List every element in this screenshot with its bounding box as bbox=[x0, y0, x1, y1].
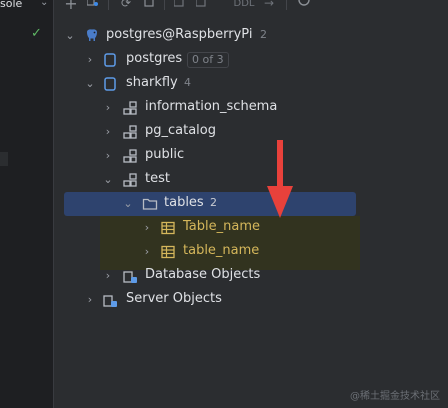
schema-label: test bbox=[145, 171, 170, 186]
tree-node-database-objects[interactable]: › Database Objects bbox=[54, 264, 448, 288]
chevron-right-icon[interactable]: › bbox=[141, 245, 153, 259]
postgresql-elephant-icon bbox=[84, 28, 100, 44]
toolbar-separator bbox=[164, 0, 165, 10]
database-icon bbox=[102, 76, 118, 92]
schema-label: pg_catalog bbox=[145, 123, 216, 138]
schema-icon bbox=[122, 172, 138, 188]
tree-node-connection[interactable]: ⌄ postgres@RaspberryPi 2 bbox=[54, 24, 448, 48]
chevron-down-icon[interactable]: ⌄ bbox=[64, 29, 76, 43]
server-objects-label: Server Objects bbox=[126, 291, 222, 306]
refresh-icon[interactable]: ⟳ bbox=[118, 0, 134, 11]
postgres-db-label: postgres bbox=[126, 51, 183, 66]
connection-label: postgres@RaspberryPi bbox=[106, 27, 253, 42]
database-icon bbox=[102, 52, 118, 68]
datasource-properties-icon[interactable] bbox=[86, 0, 100, 11]
folder-icon bbox=[142, 196, 158, 212]
view-options-icon[interactable] bbox=[296, 0, 312, 11]
check-icon: ✓ bbox=[31, 26, 42, 41]
table-label: Table_name bbox=[183, 219, 260, 234]
chevron-down-icon[interactable]: ⌄ bbox=[40, 0, 48, 8]
console-line-marker bbox=[0, 152, 8, 166]
console-tab-label: sole bbox=[0, 0, 23, 10]
jump-to-icon[interactable]: → bbox=[262, 0, 276, 11]
chevron-down-icon[interactable]: ⌄ bbox=[84, 77, 96, 91]
tree-node-schema[interactable]: › pg_catalog bbox=[54, 120, 448, 144]
table-label: table_name bbox=[183, 243, 260, 258]
tree-node-schema-test[interactable]: ⌄ test bbox=[54, 168, 448, 192]
tree-node-postgres-db[interactable]: › postgres 0 of 3 bbox=[54, 48, 448, 72]
database-toolbar: + ⟳ DDL → bbox=[54, 0, 448, 14]
schema-icon bbox=[122, 124, 138, 140]
server-objects-icon bbox=[102, 292, 118, 308]
console-tab[interactable]: sole ⌄ bbox=[0, 0, 52, 14]
annotation-arrow bbox=[267, 140, 293, 218]
chevron-right-icon[interactable]: › bbox=[102, 101, 114, 115]
chevron-right-icon[interactable]: › bbox=[102, 125, 114, 139]
chevron-right-icon[interactable]: › bbox=[141, 221, 153, 235]
chevron-right-icon[interactable]: › bbox=[102, 149, 114, 163]
toolbar-separator bbox=[286, 0, 287, 10]
chevron-right-icon[interactable]: › bbox=[102, 269, 114, 283]
table-icon bbox=[160, 244, 176, 260]
schema-label: information_schema bbox=[145, 99, 278, 114]
sharkfly-db-count: 4 bbox=[184, 76, 191, 89]
toolbar-separator bbox=[108, 0, 109, 10]
connection-count: 2 bbox=[260, 28, 267, 41]
add-icon[interactable]: + bbox=[64, 0, 78, 13]
database-objects-icon bbox=[122, 268, 138, 284]
schema-icon bbox=[122, 148, 138, 164]
chevron-down-icon[interactable]: ⌄ bbox=[122, 197, 134, 211]
tree-node-schema[interactable]: › information_schema bbox=[54, 96, 448, 120]
chevron-right-icon[interactable]: › bbox=[84, 293, 96, 307]
edit-icon[interactable] bbox=[172, 0, 186, 11]
schema-icon bbox=[122, 100, 138, 116]
tree-node-table[interactable]: › table_name bbox=[54, 240, 448, 264]
database-icon[interactable] bbox=[142, 0, 156, 11]
chevron-down-icon[interactable]: ⌄ bbox=[102, 173, 114, 187]
console-panel: sole ⌄ ✓ bbox=[0, 0, 54, 408]
chevron-right-icon[interactable]: › bbox=[84, 53, 96, 67]
watermark: @稀土掘金技术社区 bbox=[350, 391, 440, 402]
database-objects-label: Database Objects bbox=[145, 267, 261, 282]
table-icon bbox=[160, 220, 176, 236]
ddl-button[interactable]: DDL bbox=[230, 0, 258, 11]
sharkfly-db-label: sharkfly bbox=[126, 75, 178, 90]
tree-node-schema[interactable]: › public bbox=[54, 144, 448, 168]
postgres-schema-badge[interactable]: 0 of 3 bbox=[187, 52, 229, 68]
tree-node-server-objects[interactable]: › Server Objects bbox=[54, 288, 448, 312]
tree-node-tables-folder[interactable]: ⌄ tables 2 bbox=[64, 192, 356, 216]
tables-folder-label: tables bbox=[164, 195, 204, 210]
tables-folder-count: 2 bbox=[210, 196, 217, 209]
tree-node-table[interactable]: › Table_name bbox=[54, 216, 448, 240]
tree-node-sharkfly-db[interactable]: ⌄ sharkfly 4 bbox=[54, 72, 448, 96]
table-view-icon[interactable] bbox=[194, 0, 208, 11]
schema-label: public bbox=[145, 147, 185, 162]
